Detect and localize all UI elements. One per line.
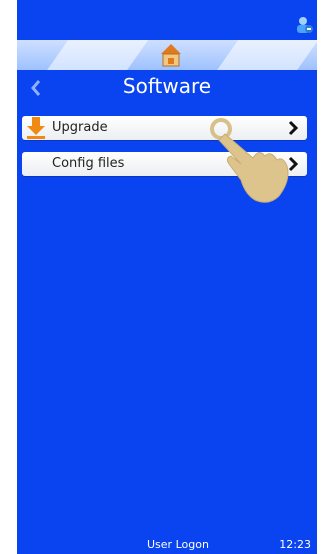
tap-hand-icon [210, 118, 289, 203]
user-logon-label[interactable]: User Logon [147, 538, 209, 551]
menu-item-label: Upgrade [52, 120, 108, 135]
page-title: Software [122, 74, 212, 98]
device-screen: Software Upgrade Config files User Logon… [17, 0, 317, 554]
home-icon[interactable] [160, 42, 182, 68]
status-footer: User Logon 12:23 [17, 538, 317, 554]
top-bar [17, 0, 317, 40]
title-row: Software [17, 72, 317, 104]
download-arrow-icon [27, 117, 45, 139]
user-icon[interactable] [295, 15, 315, 35]
clock: 12:23 [279, 538, 311, 551]
menu-item-label: Config files [52, 156, 125, 171]
